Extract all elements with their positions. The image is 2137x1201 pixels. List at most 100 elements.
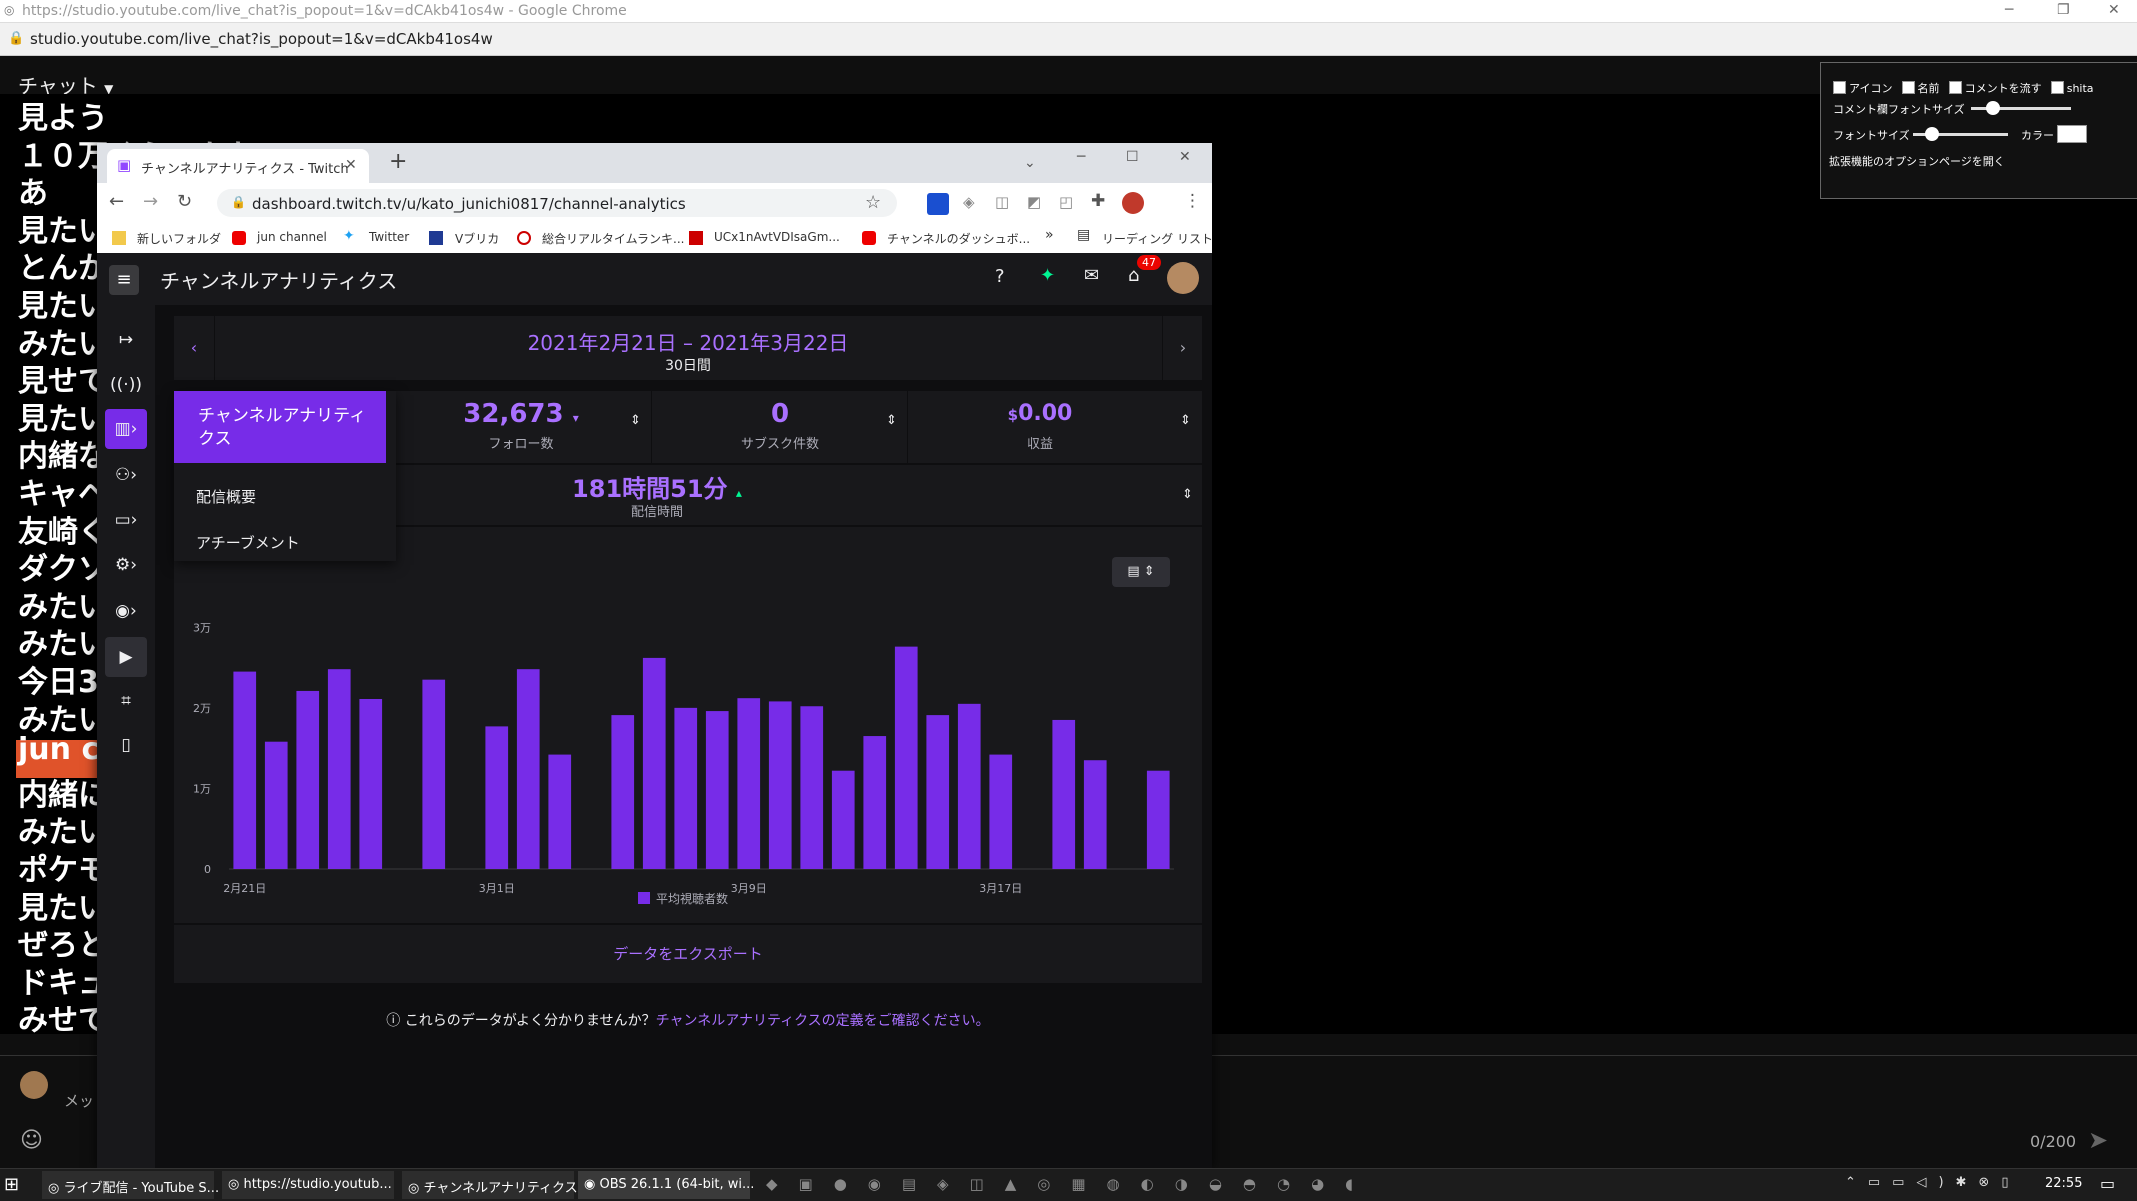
prev-period-button[interactable]: ‹ [174, 316, 215, 380]
bookmark-item[interactable]: Twitter [369, 230, 409, 244]
bookmark-item[interactable]: UCx1nAvtVDIsaGm... [714, 230, 840, 244]
dropdown-item-stream-summary[interactable]: 配信概要 [196, 486, 256, 507]
name-checkbox[interactable] [1901, 81, 1915, 94]
chart-bar[interactable] [233, 671, 257, 869]
chart-bar[interactable] [737, 698, 761, 869]
bookmark-item[interactable]: チャンネルのダッシュボ... [887, 230, 1030, 247]
chart-bar[interactable] [1052, 719, 1076, 869]
analytics-icon[interactable]: ▥› [105, 409, 147, 449]
chat-input[interactable]: メッ [64, 1090, 94, 1111]
bookmark-item[interactable]: 総合リアルタイムランキ... [542, 230, 684, 247]
minimize-icon[interactable]: ─ [2005, 2, 2013, 18]
stream-manager-icon[interactable]: ((·)) [105, 365, 147, 405]
system-tray-icons[interactable]: ⌃▭▭◁)✱⊗▯ [1845, 1175, 2020, 1190]
sort-icon[interactable]: ⇕ [1180, 413, 1191, 428]
notification-center-icon[interactable]: ▭ [2100, 1174, 2115, 1193]
chart-bar[interactable] [264, 741, 288, 869]
font-size-slider-knob[interactable] [1925, 127, 1939, 141]
creator-camp-icon[interactable]: ▯ [105, 725, 147, 765]
address-bar[interactable]: 🔒 dashboard.twitch.tv/u/kato_junichi0817… [217, 189, 897, 217]
next-period-button[interactable]: › [1162, 316, 1203, 380]
chart-bar[interactable] [548, 754, 572, 869]
chart-bar[interactable] [768, 701, 792, 869]
creator-spark-icon[interactable]: ✦ [1040, 265, 1055, 286]
taskbar-item[interactable]: ◎ チャンネルアナリティクス -... [402, 1171, 599, 1199]
more-bookmarks-icon[interactable]: » [1045, 227, 1054, 243]
icon-checkbox[interactable] [1833, 81, 1846, 94]
taskbar-item[interactable]: ◎ ライブ配信 - YouTube S... [42, 1171, 219, 1199]
extension-icon[interactable]: ◩ [1027, 193, 1041, 211]
chart-bar[interactable] [327, 669, 351, 869]
bookmark-item[interactable]: 新しいフォルダ [137, 230, 221, 247]
sort-icon[interactable]: ⇕ [630, 413, 641, 428]
help-icon[interactable]: ? [995, 266, 1005, 287]
bookmark-item[interactable]: Vブリカ [455, 230, 499, 247]
notifications-icon[interactable]: ⌂ [1128, 265, 1139, 286]
chart-bar[interactable] [705, 711, 729, 869]
mail-icon[interactable]: ✉ [1084, 265, 1099, 286]
chart-bar[interactable] [296, 690, 320, 869]
dropdown-item-selected[interactable]: チャンネルアナリティクス [174, 391, 386, 463]
minimize-icon[interactable]: ─ [1077, 149, 1085, 165]
extensions-icon[interactable]: ⌗ [105, 681, 147, 721]
extension-on-icon[interactable] [927, 193, 949, 215]
dropdown-item-achievements[interactable]: アチーブメント [196, 532, 300, 553]
settings-icon[interactable]: ⚙› [105, 545, 147, 585]
chart-bar[interactable] [957, 703, 981, 869]
chart-bar[interactable] [894, 646, 918, 869]
profile-avatar[interactable] [1122, 192, 1144, 214]
viewer-rewards-icon[interactable]: ◉› [105, 591, 147, 631]
extensions-puzzle-icon[interactable]: ✚ [1091, 191, 1105, 211]
bookmark-item[interactable]: jun channel [257, 230, 327, 244]
reload-icon[interactable]: ↻ [177, 191, 192, 212]
chart-bar[interactable] [674, 707, 698, 869]
content-icon[interactable]: ▭› [105, 500, 147, 540]
color-picker[interactable] [2057, 125, 2087, 143]
chrome-menu-icon[interactable]: ⋮ [1184, 191, 1201, 211]
restore-icon[interactable]: ❐ [2057, 2, 2070, 18]
maximize-icon[interactable]: ☐ [1126, 149, 1139, 165]
chart-bar[interactable] [516, 669, 540, 869]
comment-font-size-slider-knob[interactable] [1986, 101, 2000, 115]
hamburger-menu-icon[interactable]: ≡ [109, 265, 139, 295]
sort-icon[interactable]: ⇕ [1182, 487, 1193, 502]
bg-window-urlbar[interactable]: 🔒 studio.youtube.com/live_chat?is_popout… [0, 23, 2137, 56]
shita-checkbox[interactable] [2050, 81, 2064, 94]
new-tab-icon[interactable]: + [389, 149, 407, 174]
close-icon[interactable]: ✕ [2108, 2, 2120, 18]
flow-comments-checkbox[interactable] [1948, 81, 1962, 94]
chart-bar[interactable] [611, 715, 635, 869]
chart-bar[interactable] [800, 706, 824, 869]
tab-channel-analytics[interactable]: ▣ チャンネルアナリティクス - Twitch ✕ [107, 149, 369, 183]
chart-bar[interactable] [485, 726, 509, 869]
chart-bar[interactable] [422, 679, 446, 869]
options-page-link[interactable]: 拡張機能のオプションページを開く [1829, 153, 2005, 169]
chart-bar[interactable] [359, 698, 383, 869]
bookmark-star-icon[interactable]: ☆ [865, 192, 881, 213]
extension-icon[interactable]: ◈ [963, 193, 975, 211]
chart-bar[interactable] [642, 657, 666, 869]
reading-list[interactable]: リーディング リスト [1102, 230, 1212, 247]
kpi-followers[interactable]: 32,673 ▾ フォロー数 ⇕ [389, 391, 652, 463]
kpi-subscriptions[interactable]: 0 サブスク件数 ⇕ [651, 391, 908, 463]
chart-bar[interactable] [1083, 760, 1107, 869]
send-icon[interactable]: ➤ [2088, 1126, 2108, 1154]
start-icon[interactable]: ⊞ [4, 1174, 19, 1195]
chart-bar[interactable] [926, 715, 950, 869]
kpi-revenue[interactable]: $0.00 収益 ⇕ [907, 391, 1203, 463]
sort-icon[interactable]: ⇕ [886, 413, 897, 428]
tab-search-icon[interactable]: ⌄ [1024, 155, 1036, 171]
collapse-sidebar-icon[interactable]: ↦ [105, 320, 147, 360]
chart-bar[interactable] [989, 754, 1013, 869]
extension-icon[interactable]: ◫ [995, 193, 1009, 211]
tab-close-icon[interactable]: ✕ [345, 157, 357, 173]
back-icon[interactable]: ← [109, 191, 124, 212]
chart-bar[interactable] [831, 770, 855, 869]
emoji-icon[interactable]: ☺ [20, 1128, 43, 1153]
export-data-link[interactable]: データをエクスポート [174, 943, 1202, 964]
video-producer-icon[interactable]: ▶ [105, 637, 147, 677]
help-link[interactable]: チャンネルアナリティクスの定義をご確認ください。 [656, 1013, 990, 1029]
community-icon[interactable]: ⚇› [105, 455, 147, 495]
date-range[interactable]: 2021年2月21日 – 2021年3月22日 [214, 327, 1162, 356]
chart-bar[interactable] [1146, 770, 1170, 869]
